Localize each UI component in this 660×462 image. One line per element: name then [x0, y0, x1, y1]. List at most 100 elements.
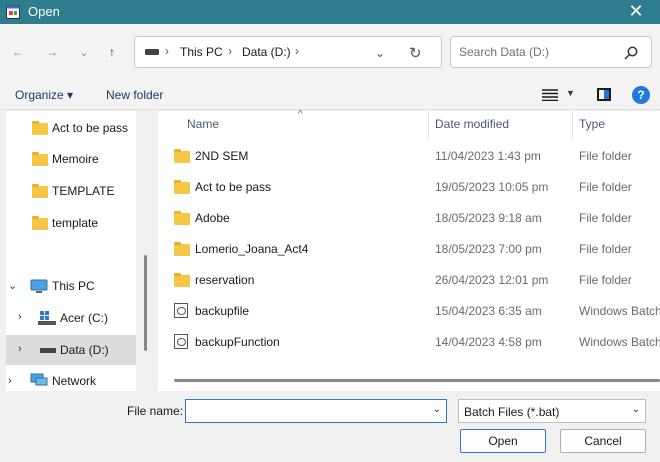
sidebar-item-act-to-be-pass[interactable]: Act to be pass — [6, 113, 136, 143]
sidebar-item-this-pc[interactable]: ⌄ This PC — [6, 271, 136, 301]
file-type: File folder — [579, 149, 632, 163]
expand-chevron-icon[interactable]: › — [18, 343, 22, 355]
column-header-type[interactable]: Type — [579, 117, 605, 131]
horizontal-scrollbar[interactable] — [174, 379, 660, 382]
folder-icon — [174, 211, 190, 225]
file-date: 11/04/2023 1:43 pm — [435, 149, 541, 163]
sidebar-item-label: Act to be pass — [52, 121, 129, 135]
preview-pane-icon[interactable] — [597, 88, 611, 101]
folder-icon — [32, 184, 48, 198]
file-type: File folder — [579, 180, 632, 194]
folder-icon — [174, 273, 190, 287]
sidebar-item-network[interactable]: › Network — [6, 367, 136, 391]
file-type-filter[interactable]: Batch Files (*.bat) ⌄ — [458, 399, 646, 423]
file-date: 18/05/2023 7:00 pm — [435, 242, 542, 256]
search-input[interactable] — [459, 43, 619, 61]
organize-button[interactable]: Organize ▾ — [15, 88, 73, 102]
folder-icon — [32, 152, 48, 166]
column-divider[interactable] — [428, 111, 429, 139]
column-header-date-modified[interactable]: Date modified — [435, 117, 509, 131]
file-date: 26/04/2023 12:01 pm — [435, 273, 549, 287]
command-bar: Organize ▾ New folder ▼ ? — [0, 80, 660, 110]
file-name: reservation — [195, 273, 255, 287]
file-type: File folder — [579, 211, 632, 225]
breadcrumb-separator: › — [228, 44, 232, 58]
file-name: Lomerio_Joana_Act4 — [195, 242, 309, 256]
folder-icon — [174, 242, 190, 256]
new-folder-button[interactable]: New folder — [106, 88, 163, 102]
sidebar-item-acer-c[interactable]: › Acer (C:) — [6, 303, 136, 333]
sort-ascending-icon: ^ — [298, 109, 303, 120]
file-name-label: File name: — [127, 404, 184, 418]
expand-chevron-icon[interactable]: › — [8, 375, 12, 387]
up-arrow-icon[interactable]: ↑ — [100, 40, 124, 64]
breadcrumb-this-pc[interactable]: This PC — [180, 45, 223, 59]
sidebar-item-label: Acer (C:) — [60, 311, 108, 325]
file-date: 15/04/2023 6:35 am — [435, 304, 542, 318]
network-icon — [30, 373, 48, 386]
address-bar[interactable]: › This PC › Data (D:) › ⌄ ↻ — [134, 36, 442, 68]
forward-arrow-icon[interactable]: → — [40, 40, 64, 64]
file-row-lomerio-joana-act4[interactable]: Lomerio_Joana_Act4 18/05/2023 7:00 pm Fi… — [158, 234, 660, 265]
search-box[interactable] — [450, 36, 652, 68]
sidebar-item-template-upper[interactable]: TEMPLATE — [6, 176, 136, 206]
expand-chevron-icon[interactable]: › — [18, 311, 22, 323]
recent-locations-icon[interactable]: ⌄ — [72, 40, 96, 64]
view-dropdown-icon[interactable]: ▼ — [566, 88, 575, 98]
file-name: Adobe — [195, 211, 230, 225]
sidebar-item-data-d[interactable]: › Data (D:) — [6, 335, 136, 365]
drive-icon — [145, 49, 159, 55]
chevron-down-icon[interactable]: ⌄ — [433, 404, 441, 415]
file-date: 14/04/2023 4:58 pm — [435, 335, 542, 349]
sidebar-scrollbar[interactable] — [144, 255, 147, 351]
cancel-button[interactable]: Cancel — [560, 429, 646, 453]
batch-file-icon — [174, 303, 188, 318]
view-options-icon[interactable] — [542, 89, 558, 101]
dialog-footer: File name: ⌄ Batch Files (*.bat) ⌄ Open … — [0, 391, 660, 462]
navigation-bar: ← → ⌄ ↑ › This PC › Data (D:) › ⌄ ↻ — [0, 24, 660, 80]
folder-icon — [174, 149, 190, 163]
breadcrumb-separator: › — [295, 44, 299, 58]
sidebar-item-label: This PC — [52, 279, 95, 293]
chevron-down-icon[interactable]: ⌄ — [632, 404, 640, 415]
close-icon[interactable]: ✕ — [616, 0, 656, 24]
sidebar-item-template-lower[interactable]: template — [6, 208, 136, 238]
file-name: Act to be pass — [195, 180, 272, 194]
collapse-chevron-icon[interactable]: ⌄ — [8, 279, 17, 292]
navigation-pane: Act to be pass Memoire TEMPLATE template… — [0, 111, 152, 391]
file-row-backupfile[interactable]: backupfile 15/04/2023 6:35 am Windows Ba… — [158, 296, 660, 327]
file-name-combobox[interactable]: ⌄ — [185, 399, 447, 423]
back-arrow-icon[interactable]: ← — [6, 40, 30, 64]
help-icon[interactable]: ? — [632, 86, 650, 104]
column-divider[interactable] — [572, 111, 573, 139]
sidebar-item-label: Data (D:) — [60, 343, 109, 357]
file-name-input[interactable] — [190, 403, 424, 419]
breadcrumb-separator: › — [165, 44, 169, 58]
window-title: Open — [28, 4, 60, 19]
file-type: Windows Batch — [579, 304, 660, 318]
file-type-filter-value: Batch Files (*.bat) — [464, 405, 560, 419]
breadcrumb-data-drive[interactable]: Data (D:) — [242, 45, 291, 59]
address-dropdown-icon[interactable]: ⌄ — [375, 46, 385, 60]
file-row-2nd-sem[interactable]: 2ND SEM 11/04/2023 1:43 pm File folder — [158, 141, 660, 172]
sidebar-item-memoire[interactable]: Memoire — [6, 144, 136, 174]
file-name: backupfile — [195, 304, 250, 318]
file-type: Windows Batch — [579, 335, 660, 349]
batch-file-icon — [174, 334, 188, 349]
folder-icon — [32, 216, 48, 230]
refresh-icon[interactable]: ↻ — [409, 44, 422, 62]
sidebar-item-label: Network — [52, 374, 97, 388]
file-name: backupFunction — [195, 335, 280, 349]
folder-icon — [174, 180, 190, 194]
file-row-backupfunction[interactable]: backupFunction 14/04/2023 4:58 pm Window… — [158, 327, 660, 358]
computer-icon — [30, 279, 48, 293]
column-header-name[interactable]: Name — [187, 117, 219, 131]
file-row-adobe[interactable]: Adobe 18/05/2023 9:18 am File folder — [158, 203, 660, 234]
open-button[interactable]: Open — [460, 429, 546, 453]
system-drive-icon — [38, 311, 56, 325]
file-row-reservation[interactable]: reservation 26/04/2023 12:01 pm File fol… — [158, 265, 660, 296]
file-row-act-to-be-pass[interactable]: Act to be pass 19/05/2023 10:05 pm File … — [158, 172, 660, 203]
file-date: 19/05/2023 10:05 pm — [435, 180, 549, 194]
folder-tree: Act to be pass Memoire TEMPLATE template… — [6, 111, 136, 391]
search-icon[interactable] — [623, 45, 639, 61]
